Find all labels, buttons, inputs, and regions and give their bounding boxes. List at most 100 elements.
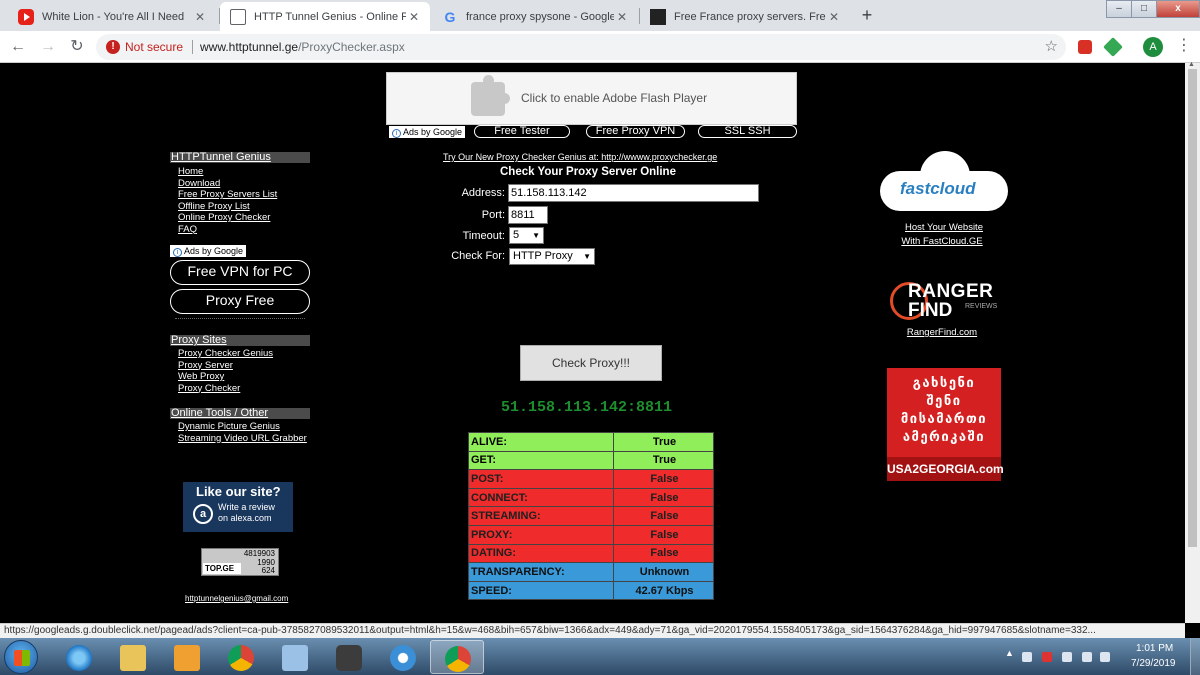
taskbar-chrome-active[interactable] — [430, 640, 484, 674]
nox-icon — [336, 645, 362, 671]
ad-link-ssl-ssh[interactable]: SSL SSH — [698, 125, 797, 138]
close-tab-icon[interactable]: ✕ — [614, 10, 630, 24]
forward-arrow-icon[interactable]: → — [38, 37, 58, 57]
taskbar-internet-explorer[interactable] — [52, 640, 106, 674]
result-row: ALIVE: True — [468, 432, 714, 452]
sidebar-link-dynamic-picture[interactable]: Dynamic Picture Genius — [178, 421, 310, 433]
sidebar-header-proxy-sites[interactable]: Proxy Sites — [170, 335, 310, 346]
sidebar-divider — [175, 318, 305, 319]
back-arrow-icon[interactable]: ← — [8, 37, 28, 57]
ads-by-google-badge[interactable]: i Ads by Google — [389, 126, 466, 138]
taskbar-file-explorer[interactable] — [106, 640, 160, 674]
left-sidebar: HTTPTunnel Genius Home Download Free Pro… — [170, 152, 310, 444]
sidebar-link-video-grabber[interactable]: Streaming Video URL Grabber — [178, 433, 310, 445]
browser-icon — [390, 645, 416, 671]
site-icon — [650, 8, 666, 25]
tray-expand-icon[interactable]: ▲ — [1005, 648, 1014, 658]
check-proxy-button[interactable]: Check Proxy!!! — [520, 345, 662, 381]
tab-youtube[interactable]: White Lion - You're All I Need ✕ — [8, 2, 216, 31]
maximize-button[interactable]: □ — [1131, 0, 1157, 18]
result-label: STREAMING: — [468, 506, 614, 526]
vertical-scrollbar[interactable]: ▲ — [1185, 61, 1200, 623]
close-tab-icon[interactable]: ✕ — [192, 10, 208, 24]
reload-icon[interactable]: ↻ — [67, 37, 87, 57]
show-desktop-button[interactable] — [1190, 638, 1200, 675]
ad-button-free-vpn[interactable]: Free VPN for PC — [170, 260, 310, 285]
address-input[interactable]: 51.158.113.142 — [508, 184, 759, 202]
scroll-up-arrow-icon[interactable]: ▲ — [1188, 61, 1195, 68]
timeout-label: Timeout: — [462, 230, 505, 242]
start-button[interactable] — [4, 640, 38, 674]
extension-icon[interactable] — [1103, 37, 1123, 57]
sidebar-link-offline-proxy-list[interactable]: Offline Proxy List — [178, 201, 310, 213]
result-value: True — [613, 432, 714, 452]
check-for-select[interactable]: HTTP Proxy ▼ — [509, 248, 595, 265]
sidebar-link-proxy-checker[interactable]: Proxy Checker — [178, 383, 310, 395]
youtube-icon — [18, 8, 34, 25]
rangerfind-logo[interactable]: RANGER FIND REVIEWS — [890, 279, 1002, 327]
tab-france-proxy[interactable]: Free France proxy servers. French ✕ — [640, 2, 850, 31]
rangerfind-link[interactable]: RangerFind.com — [872, 327, 1012, 338]
sidebar-link-online-proxy-checker[interactable]: Online Proxy Checker — [178, 212, 310, 224]
sidebar-link-download[interactable]: Download — [178, 178, 310, 190]
taskbar-media-player[interactable] — [160, 640, 214, 674]
sidebar-link-web-proxy[interactable]: Web Proxy — [178, 371, 310, 383]
alexa-review-badge[interactable]: Like our site? a Write a review on alexa… — [183, 482, 293, 532]
address-bar[interactable]: ! Not secure www.httptunnel.ge/ProxyChec… — [96, 34, 1066, 60]
fastcloud-link[interactable]: With FastCloud.GE — [872, 236, 1012, 247]
timeout-select[interactable]: 5 ▼ — [509, 227, 544, 244]
security-label[interactable]: Not secure — [125, 40, 183, 54]
top-ge-counter[interactable]: 4819903 1990 624 TOP.GE — [201, 548, 279, 576]
results-table: ALIVE: True GET: True POST: False CONNECT: Fals… — [468, 432, 714, 601]
extension-icon[interactable] — [1078, 40, 1092, 54]
taskbar-browser[interactable] — [376, 640, 430, 674]
contact-email-link[interactable]: httptunnelgenius@gmail.com — [185, 594, 288, 603]
battery-icon[interactable] — [1100, 652, 1110, 662]
network-icon[interactable] — [1082, 652, 1092, 662]
ad-link-free-proxy-vpn[interactable]: Free Proxy VPN — [586, 125, 685, 138]
flash-placeholder[interactable]: Click to enable Adobe Flash Player — [386, 72, 797, 125]
ad-button-proxy-free[interactable]: Proxy Free — [170, 289, 310, 314]
new-tab-button[interactable]: + — [858, 6, 876, 24]
usa2georgia-ad[interactable]: გახსენი შენი მისამართი ამერიკაში USA2GEO… — [887, 368, 1004, 481]
sidebar-link-proxy-server[interactable]: Proxy Server — [178, 360, 310, 372]
sidebar-link-free-proxy-list[interactable]: Free Proxy Servers List — [178, 189, 310, 201]
close-tab-icon[interactable]: ✕ — [406, 10, 422, 24]
warning-icon[interactable]: ! — [106, 40, 120, 54]
taskbar-nox[interactable] — [322, 640, 376, 674]
sidebar-link-proxy-checker-genius[interactable]: Proxy Checker Genius — [178, 348, 310, 360]
ad-link-free-tester[interactable]: Free Tester — [474, 125, 570, 138]
minimize-button[interactable]: – — [1106, 0, 1132, 18]
taskbar-notes[interactable] — [268, 640, 322, 674]
sidebar-header-main[interactable]: HTTPTunnel Genius — [170, 152, 310, 163]
result-label: CONNECT: — [468, 487, 614, 508]
profile-avatar[interactable]: A — [1143, 37, 1163, 57]
speaker-icon[interactable] — [1062, 652, 1072, 662]
taskbar-chrome[interactable] — [214, 640, 268, 674]
close-window-button[interactable]: x — [1156, 0, 1200, 18]
fastcloud-logo[interactable]: fastcloud — [880, 151, 1008, 213]
sidebar-link-faq[interactable]: FAQ — [178, 224, 310, 236]
clock-date[interactable]: 7/29/2019 — [1131, 658, 1176, 669]
tray-app-icon[interactable] — [1022, 652, 1032, 662]
folder-icon — [120, 645, 146, 671]
sidebar-header-online-tools[interactable]: Online Tools / Other — [170, 408, 310, 419]
checker-title: Check Your Proxy Server Online — [500, 166, 676, 178]
tab-title: White Lion - You're All I Need — [42, 10, 185, 23]
ads-by-google-badge[interactable]: i Ads by Google — [170, 245, 247, 257]
tray-app-icon[interactable] — [1042, 652, 1052, 662]
tab-http-tunnel[interactable]: HTTP Tunnel Genius - Online Proxy ✕ — [220, 2, 430, 31]
promo-link[interactable]: Try Our New Proxy Checker Genius at: htt… — [443, 152, 717, 162]
result-row: TRANSPARENCY: Unknown — [468, 562, 714, 582]
scrollbar-thumb[interactable] — [1188, 69, 1197, 547]
clock-time[interactable]: 1:01 PM — [1136, 643, 1173, 654]
tab-google-search[interactable]: G france proxy spysone - Google Search ✕ — [432, 2, 638, 31]
fastcloud-link[interactable]: Host Your Website — [874, 222, 1014, 233]
bookmark-star-icon[interactable]: ☆ — [1045, 37, 1058, 55]
url-text[interactable]: www.httptunnel.ge/ProxyChecker.aspx — [200, 40, 405, 54]
result-value: False — [613, 524, 714, 545]
sidebar-link-home[interactable]: Home — [178, 166, 310, 178]
port-input[interactable]: 8811 — [508, 206, 548, 224]
close-tab-icon[interactable]: ✕ — [826, 10, 842, 24]
more-menu-icon[interactable]: ⋮ — [1176, 38, 1192, 54]
